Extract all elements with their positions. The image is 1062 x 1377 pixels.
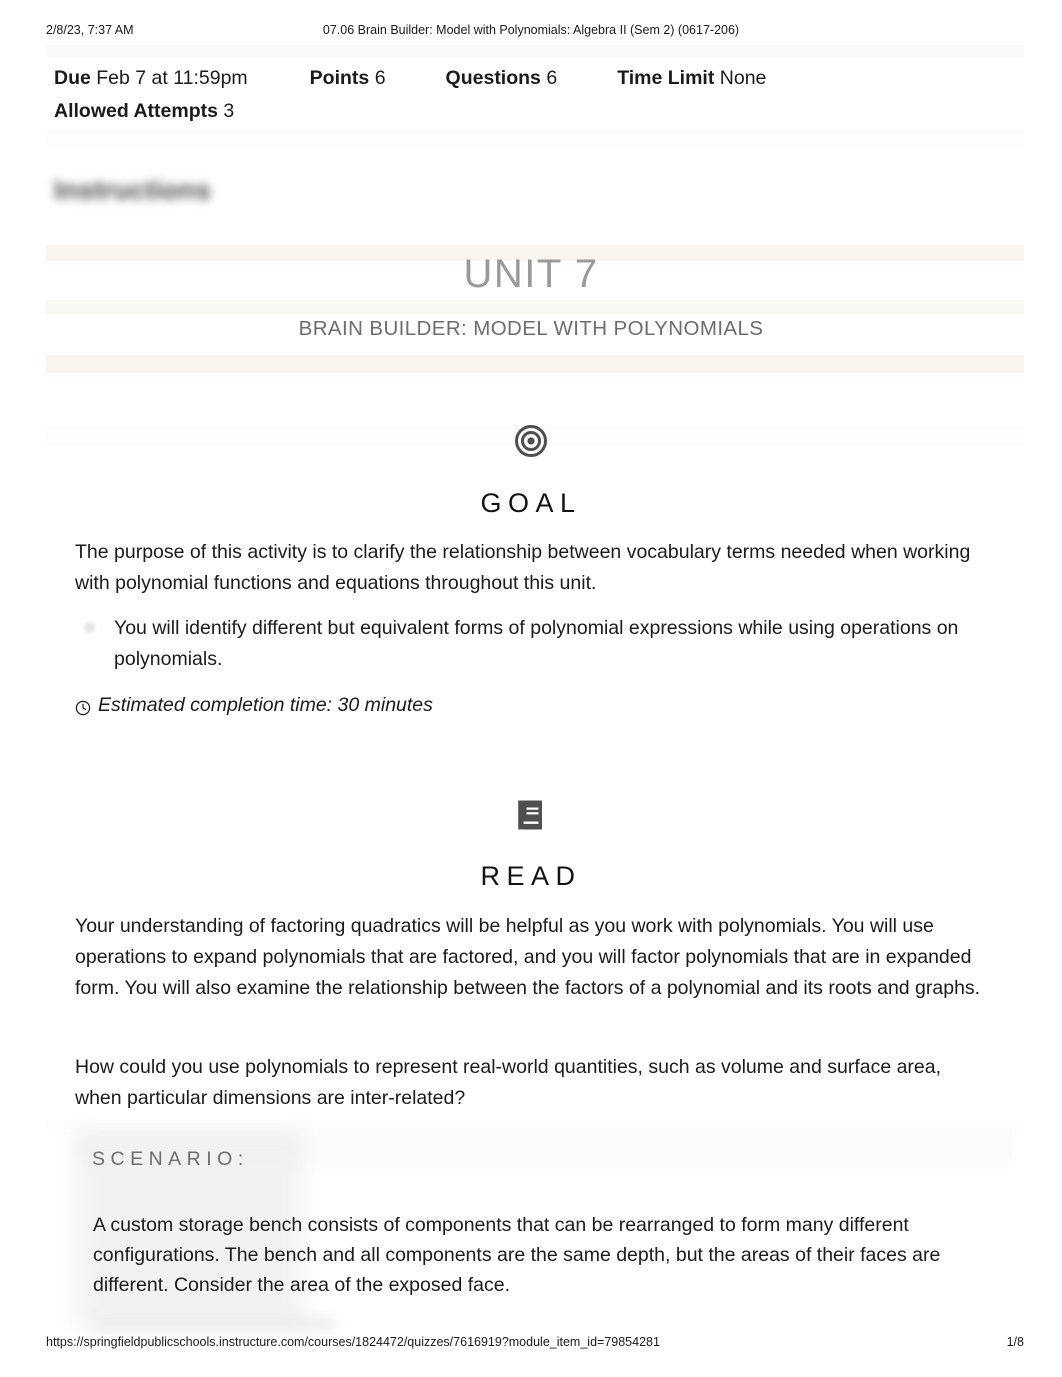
time-limit-field: Time Limit None [617, 62, 766, 95]
estimated-time: Estimated completion time: 30 minutes [75, 692, 433, 718]
goal-bullet-item: You will identify different but equivale… [84, 613, 984, 675]
read-title: READ [480, 861, 582, 891]
background-band [46, 130, 1024, 148]
unit-subtitle: BRAIN BUILDER: MODEL WITH POLYNOMIALS [298, 317, 764, 340]
print-footer: https://springfieldpublicschools.instruc… [0, 1335, 1062, 1355]
questions-value: 6 [546, 67, 558, 89]
estimated-time-text: Estimated completion time: 30 minutes [98, 694, 433, 716]
unit-banner: UNIT 7 BRAIN BUILDER: MODEL WITH POLYNOM… [0, 252, 1062, 341]
allowed-attempts-value: 3 [223, 100, 235, 122]
points-label: Points [309, 67, 370, 89]
print-header: 2/8/23, 7:37 AM 07.06 Brain Builder: Mod… [0, 0, 1062, 44]
goal-section: GOAL [0, 424, 1062, 519]
background-band [46, 45, 1024, 57]
questions-label: Questions [445, 67, 541, 89]
footer-smudge-decoration [96, 1317, 334, 1331]
quiz-meta-row-secondary: Allowed Attempts 3 [54, 95, 766, 128]
quiz-meta-row-primary: Due Feb 7 at 11:59pm Points 6 Questions 6T… [54, 62, 766, 95]
allowed-attempts-field: Allowed Attempts 3 [54, 95, 234, 128]
background-band [46, 355, 1024, 373]
read-section: READ [0, 798, 1062, 892]
points-value: 6 [374, 67, 386, 89]
read-paragraph-2: How could you use polynomials to represe… [75, 1056, 942, 1109]
points-field: Points 6 [310, 62, 386, 95]
print-source-url: https://springfieldpublicschools.instruc… [46, 1335, 660, 1349]
allowed-attempts-label: Allowed Attempts [54, 100, 218, 122]
goal-paragraph: The purpose of this activity is to clari… [75, 541, 971, 594]
scenario-body: A custom storage bench consists of compo… [93, 1214, 941, 1296]
due-value: Feb 7 at 11:59pm [96, 67, 248, 89]
due-label: Due [54, 67, 91, 89]
book-icon [0, 798, 1062, 836]
time-limit-value: None [719, 67, 767, 89]
instructions-heading: Instructions [54, 175, 211, 205]
goal-title: GOAL [480, 488, 582, 518]
due-field: Due Feb 7 at 11:59pm [54, 62, 248, 95]
read-paragraph-1: Your understanding of factoring quadrati… [75, 915, 981, 999]
questions-field: Questions 6 [446, 62, 558, 95]
clock-icon [75, 697, 91, 716]
time-limit-label: Time Limit [617, 67, 715, 89]
unit-title: UNIT 7 [463, 252, 599, 296]
goal-bullet-text: You will identify different but equivale… [114, 617, 959, 670]
bullet-marker-icon [84, 622, 95, 633]
scenario-heading: SCENARIO: [92, 1148, 249, 1170]
print-document-title: 07.06 Brain Builder: Model with Polynomi… [322, 23, 740, 37]
print-page-number: 1/8 [1006, 1335, 1024, 1349]
target-icon [0, 424, 1062, 462]
quiz-meta: Due Feb 7 at 11:59pm Points 6 Questions 6T… [54, 62, 766, 128]
